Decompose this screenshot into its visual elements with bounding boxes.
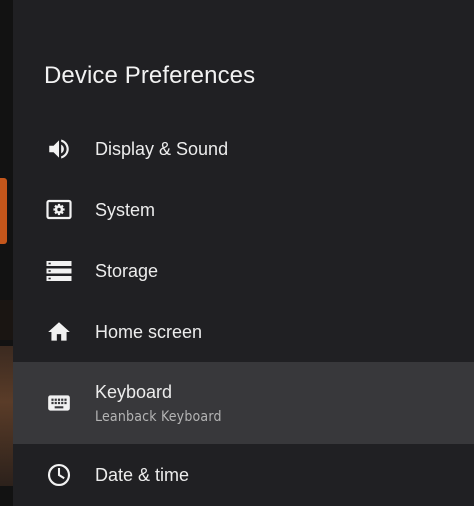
settings-panel: Device Preferences Display & Sound Syste…: [13, 0, 474, 506]
menu-item-sublabel: Leanback Keyboard: [95, 408, 222, 425]
page-title: Device Preferences: [44, 62, 256, 89]
keyboard-icon: [46, 390, 72, 416]
menu-item-text: Date & time: [95, 464, 189, 486]
menu-item-text: Keyboard Leanback Keyboard: [95, 381, 222, 426]
menu-item-text: System: [95, 199, 155, 221]
storage-icon: [46, 258, 72, 284]
menu-item-system[interactable]: System: [13, 179, 474, 240]
menu-item-home-screen[interactable]: Home screen: [13, 301, 474, 362]
background-thumbnail: [0, 346, 13, 486]
clock-icon: [46, 462, 72, 488]
menu-item-date-time[interactable]: Date & time: [13, 444, 474, 505]
background-content: [0, 0, 13, 506]
menu-item-label: Keyboard: [95, 381, 173, 402]
menu-item-display-sound[interactable]: Display & Sound: [13, 118, 474, 179]
settings-menu: Display & Sound System Storage Home scre…: [13, 118, 474, 505]
screen: Device Preferences Display & Sound Syste…: [0, 0, 474, 506]
menu-item-text: Home screen: [95, 321, 202, 343]
background-thumbnail-dark: [0, 300, 13, 340]
menu-item-keyboard[interactable]: Keyboard Leanback Keyboard: [13, 362, 474, 444]
background-accent-tile: [0, 178, 7, 244]
menu-item-text: Display & Sound: [95, 138, 228, 160]
speaker-icon: [46, 136, 72, 162]
home-icon: [46, 319, 72, 345]
menu-item-label: Date & time: [95, 464, 190, 485]
menu-item-label: Display & Sound: [95, 138, 229, 159]
menu-item-text: Storage: [95, 260, 158, 282]
system-settings-icon: [46, 197, 72, 223]
menu-item-label: Storage: [95, 260, 159, 281]
menu-item-label: Home screen: [95, 321, 203, 342]
panel-header: Device Preferences: [13, 0, 474, 118]
menu-item-label: System: [95, 199, 156, 220]
menu-item-storage[interactable]: Storage: [13, 240, 474, 301]
